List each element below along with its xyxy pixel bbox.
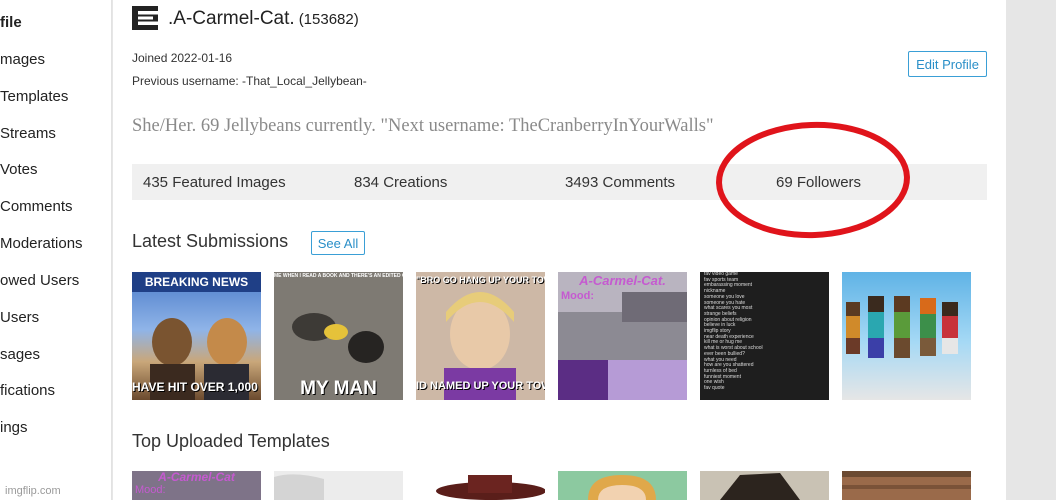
thumb-top-caption: BREAKING NEWS — [144, 275, 249, 289]
profile-bio: She/Her. 69 Jellybeans currently. "Next … — [132, 116, 714, 136]
previous-username: Previous username: -That_Local_Jellybean… — [132, 74, 367, 88]
template-thumb-5[interactable] — [700, 471, 829, 500]
username-text: .A-Carmel-Cat. — [168, 8, 295, 29]
submission-thumb-5[interactable]: fav video game fav sports team embarassing… — [700, 272, 829, 400]
template-thumb-1[interactable]: A-Carmel-Cat Mood: — [132, 471, 261, 500]
template-thumb-3[interactable] — [416, 471, 545, 500]
submission-thumb-3[interactable]: "BRO GO HANG UP YOUR TOWELS" ID NAMED UP… — [416, 272, 545, 400]
template-image — [436, 475, 545, 500]
profile-main: .A-Carmel-Cat. (153682) Joined 2022-01-16… — [113, 0, 1006, 500]
sidebar-item-notifications[interactable]: fications — [0, 382, 55, 399]
thumb-top-caption: "BRO GO HANG UP YOUR TOWELS" — [416, 275, 545, 285]
profile-username: .A-Carmel-Cat. (153682) — [168, 8, 359, 30]
thumb-mood: Mood: — [561, 290, 594, 302]
sidebar-item-moderations[interactable]: Moderations — [0, 235, 83, 252]
stat-creations[interactable]: 834 Creations — [354, 174, 447, 191]
sidebar-item-templates[interactable]: Templates — [0, 88, 68, 105]
sidebar-item-images[interactable]: mages — [0, 51, 45, 68]
joined-date: Joined 2022-01-16 — [132, 51, 233, 65]
template-title: A-Carmel-Cat — [158, 471, 235, 484]
edit-profile-button[interactable]: Edit Profile — [908, 51, 987, 77]
sidebar-item-streams[interactable]: Streams — [0, 125, 56, 142]
thumb-bottom-caption: HAVE HIT OVER 1,000 FI — [132, 380, 261, 394]
stat-featured-images[interactable]: 435 Featured Images — [143, 174, 286, 191]
profile-stats-bar: 435 Featured Images 834 Creations 3493 C… — [132, 164, 987, 200]
template-mood: Mood: — [135, 484, 166, 496]
template-image — [558, 471, 687, 500]
sidebar-item-votes[interactable]: Votes — [0, 161, 38, 178]
thumb-title: A-Carmel-Cat. — [579, 273, 666, 288]
page-right-gutter — [1006, 0, 1056, 500]
user-points: (153682) — [298, 11, 359, 28]
submission-thumb-4[interactable]: A-Carmel-Cat. Mood: — [558, 272, 687, 400]
sidebar-item-profile[interactable]: file — [0, 14, 22, 31]
see-all-button[interactable]: See All — [311, 231, 365, 255]
template-image — [700, 471, 829, 500]
template-thumb-4[interactable] — [558, 471, 687, 500]
top-templates-title: Top Uploaded Templates — [132, 431, 330, 451]
submission-thumb-6[interactable] — [842, 272, 971, 400]
thumb-bottom-caption: ID NAMED UP YOUR TOWEL — [416, 380, 545, 392]
minecraft-characters-image — [846, 296, 958, 358]
imgflip-watermark: imgflip.com — [5, 485, 61, 497]
template-thumb-2[interactable] — [274, 471, 403, 500]
submission-thumb-2[interactable]: ME WHEN I READ A BOOK AND THERE'S AN EDI… — [274, 272, 403, 400]
user-avatar — [132, 6, 158, 30]
submission-thumb-1[interactable]: BREAKING NEWS HAVE HIT OVER 1,000 FI — [132, 272, 261, 400]
sidebar-item-comments[interactable]: Comments — [0, 198, 73, 215]
thumb-bottom-caption: MY MAN — [300, 378, 377, 399]
latest-submissions-title: Latest Submissions — [132, 231, 289, 251]
stat-comments[interactable]: 3493 Comments — [565, 174, 675, 191]
sidebar-item-followed-users[interactable]: owed Users — [0, 272, 79, 289]
sidebar-item-settings[interactable]: ings — [0, 419, 28, 436]
question-list: fav video game fav sports team embarassing… — [704, 272, 763, 392]
template-image — [274, 471, 403, 500]
thumb-top-caption: ME WHEN I READ A BOOK AND THERE'S AN EDI… — [274, 273, 403, 279]
stat-followers[interactable]: 69 Followers — [776, 174, 861, 191]
template-image — [842, 471, 971, 500]
sidebar-item-users[interactable]: Users — [0, 309, 39, 326]
template-thumb-6[interactable] — [842, 471, 971, 500]
sidebar-item-messages[interactable]: sages — [0, 346, 40, 363]
sidebar: file mages Templates Streams Votes Comme… — [0, 0, 112, 500]
